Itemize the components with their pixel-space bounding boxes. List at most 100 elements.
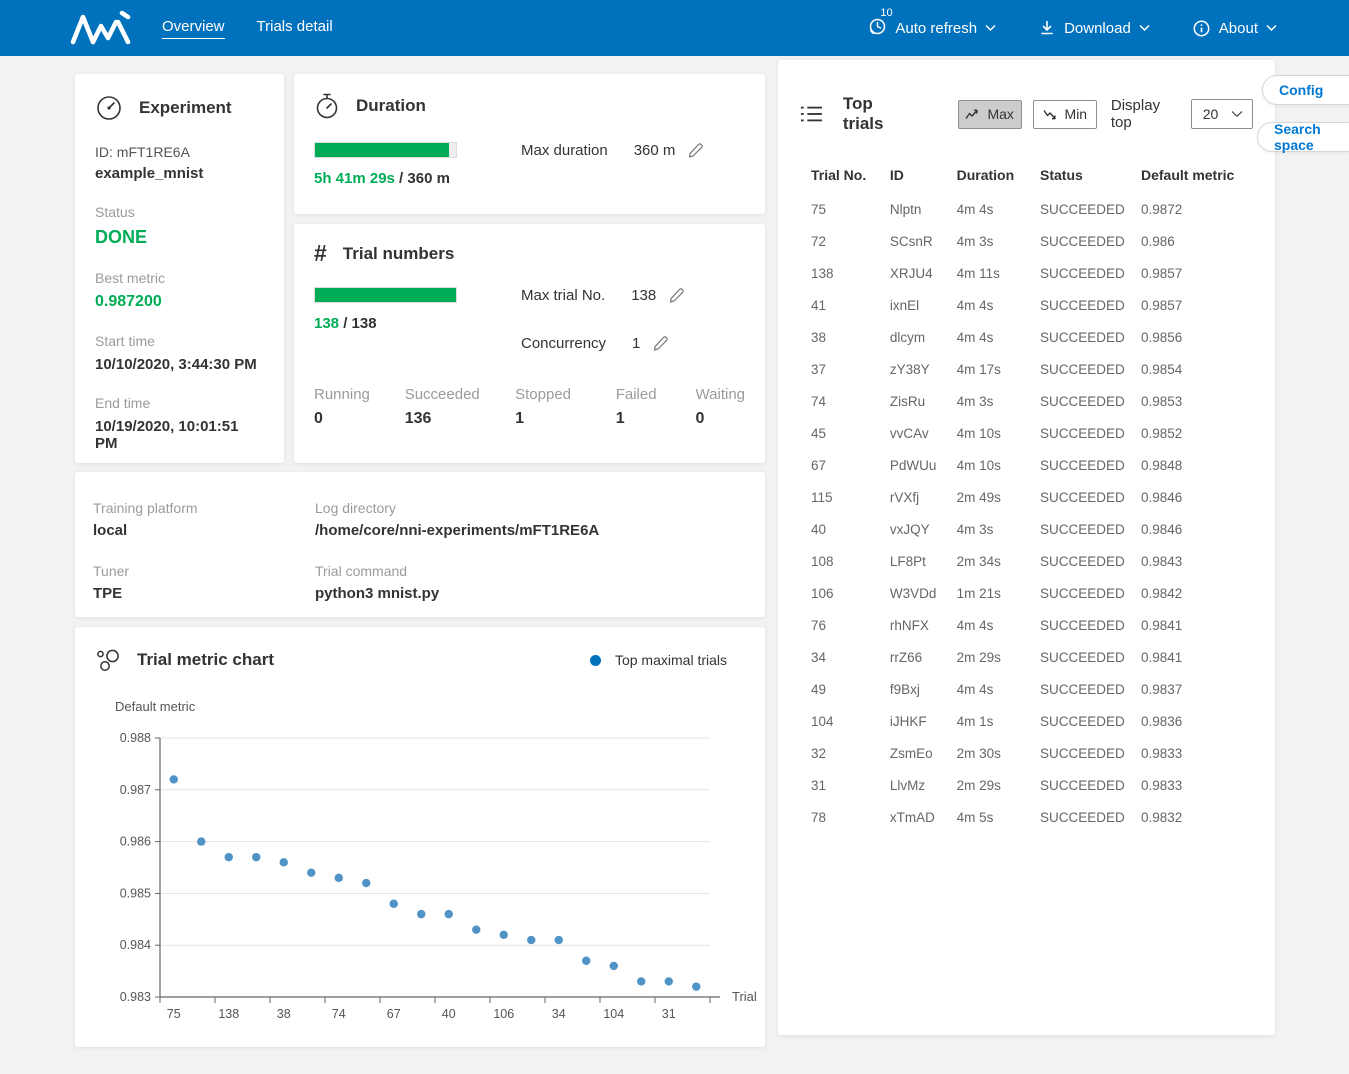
scatter-point[interactable]: [637, 977, 645, 985]
trend-up-icon: [965, 109, 979, 120]
cell-default-metric: 0.9833: [1141, 769, 1253, 801]
scatter-point[interactable]: [500, 931, 508, 939]
training-platform-label: Training platform: [93, 500, 315, 516]
duration-total: / 360 m: [395, 170, 450, 187]
navbar-right: 10 Auto refresh Download: [868, 0, 1277, 56]
scatter-point[interactable]: [307, 868, 315, 876]
concurrency-label: Concurrency: [521, 335, 606, 352]
table-row[interactable]: 45vvCAv4m 10sSUCCEEDED0.9852: [811, 417, 1253, 449]
table-row[interactable]: 138XRJU44m 11sSUCCEEDED0.9857: [811, 257, 1253, 289]
scatter-point[interactable]: [472, 925, 480, 933]
table-row[interactable]: 104iJHKF4m 1sSUCCEEDED0.9836: [811, 705, 1253, 737]
table-row[interactable]: 75Nlptn4m 4sSUCCEEDED0.9872: [811, 193, 1253, 225]
scatter-point[interactable]: [335, 874, 343, 882]
concurrency-value: 1: [632, 335, 640, 352]
display-top-label: Display top: [1111, 97, 1179, 131]
trials-progress-bar: [314, 287, 457, 303]
cell-trial-no: 49: [811, 673, 890, 705]
top-trials-title: Top trials: [843, 94, 912, 134]
top-trials-table-body: 75Nlptn4m 4sSUCCEEDED0.987272SCsnR4m 3sS…: [811, 193, 1253, 833]
download-menu[interactable]: Download: [1038, 19, 1150, 37]
scatter-point[interactable]: [280, 858, 288, 866]
table-row[interactable]: 40vxJQY4m 3sSUCCEEDED0.9846: [811, 513, 1253, 545]
table-row[interactable]: 67PdWUu4m 10sSUCCEEDED0.9848: [811, 449, 1253, 481]
display-top-dropdown[interactable]: 20: [1191, 99, 1253, 129]
scatter-point[interactable]: [252, 853, 260, 861]
stopwatch-icon: [314, 92, 340, 120]
table-row[interactable]: 31LlvMz2m 29sSUCCEEDED0.9833: [811, 769, 1253, 801]
waiting-label: Waiting: [696, 386, 745, 403]
table-row[interactable]: 115rVXfj2m 49sSUCCEEDED0.9846: [811, 481, 1253, 513]
navbar: Overview Trials detail 10 Auto refresh: [0, 0, 1349, 56]
edit-pencil-icon[interactable]: [668, 287, 685, 304]
chart-legend[interactable]: Top maximal trials: [590, 652, 745, 668]
x-tick-label: 104: [603, 1007, 624, 1021]
tuner-label: Tuner: [93, 563, 315, 579]
scatter-point[interactable]: [582, 957, 590, 965]
end-time-value: 10/19/2020, 10:01:51 PM: [95, 418, 264, 452]
scatter-point[interactable]: [225, 853, 233, 861]
search-space-button[interactable]: Search space: [1257, 122, 1349, 152]
max-button[interactable]: Max: [958, 100, 1022, 129]
table-row[interactable]: 37zY38Y4m 17sSUCCEEDED0.9854: [811, 353, 1253, 385]
scatter-point[interactable]: [692, 982, 700, 990]
table-row[interactable]: 49f9Bxj4m 4sSUCCEEDED0.9837: [811, 673, 1253, 705]
table-row[interactable]: 34rrZ662m 29sSUCCEEDED0.9841: [811, 641, 1253, 673]
table-row[interactable]: 72SCsnR4m 3sSUCCEEDED0.986: [811, 225, 1253, 257]
y-tick-label: 0.984: [120, 938, 151, 952]
scatter-point[interactable]: [417, 910, 425, 918]
scatter-point[interactable]: [390, 900, 398, 908]
table-row[interactable]: 32ZsmEo2m 30sSUCCEEDED0.9833: [811, 737, 1253, 769]
cell-trial-no: 34: [811, 641, 890, 673]
column-header-duration: Duration: [957, 159, 1040, 193]
auto-refresh-menu[interactable]: 10 Auto refresh: [868, 17, 996, 40]
table-row[interactable]: 74ZisRu4m 3sSUCCEEDED0.9853: [811, 385, 1253, 417]
scatter-point[interactable]: [362, 879, 370, 887]
experiment-card: Experiment ID: mFT1RE6A example_mnist St…: [75, 74, 284, 463]
experiment-card-title: Experiment: [139, 98, 232, 118]
hash-icon: #: [314, 242, 327, 265]
scatter-point[interactable]: [197, 837, 205, 845]
cell-id: xTmAD: [890, 801, 957, 833]
about-menu[interactable]: About: [1192, 19, 1277, 38]
config-button[interactable]: Config: [1262, 75, 1349, 105]
tab-overview[interactable]: Overview: [162, 18, 225, 39]
scatter-point[interactable]: [527, 936, 535, 944]
trial-command-label: Trial command: [315, 563, 599, 579]
cell-trial-no: 78: [811, 801, 890, 833]
cell-trial-no: 41: [811, 289, 890, 321]
min-button[interactable]: Min: [1033, 100, 1097, 129]
failed-label: Failed: [616, 386, 696, 403]
table-row[interactable]: 108LF8Pt2m 34sSUCCEEDED0.9843: [811, 545, 1253, 577]
cell-duration: 1m 21s: [957, 577, 1040, 609]
edit-pencil-icon[interactable]: [687, 142, 704, 159]
edit-pencil-icon[interactable]: [652, 335, 669, 352]
status-value: DONE: [95, 227, 264, 248]
scatter-point[interactable]: [665, 977, 673, 985]
cell-id: iJHKF: [890, 705, 957, 737]
trial-metric-scatter-chart: Default metric0.9880.9870.9860.9850.9840…: [95, 693, 763, 1029]
cell-status: SUCCEEDED: [1040, 353, 1141, 385]
scatter-point[interactable]: [610, 962, 618, 970]
experiment-id: ID: mFT1RE6A: [95, 144, 264, 160]
cell-trial-no: 76: [811, 609, 890, 641]
scatter-point[interactable]: [445, 910, 453, 918]
scatter-point[interactable]: [555, 936, 563, 944]
scatter-point[interactable]: [170, 775, 178, 783]
trial-numbers-card: # Trial numbers 138 / 138 Max trial No. …: [294, 224, 765, 463]
table-row[interactable]: 38dlcym4m 4sSUCCEEDED0.9856: [811, 321, 1253, 353]
cell-trial-no: 108: [811, 545, 890, 577]
table-row[interactable]: 76rhNFX4m 4sSUCCEEDED0.9841: [811, 609, 1253, 641]
log-directory-label: Log directory: [315, 500, 599, 516]
y-tick-label: 0.988: [120, 731, 151, 745]
cell-status: SUCCEEDED: [1040, 577, 1141, 609]
table-row[interactable]: 41ixnEl4m 4sSUCCEEDED0.9857: [811, 289, 1253, 321]
cell-status: SUCCEEDED: [1040, 417, 1141, 449]
table-row[interactable]: 78xTmAD4m 5sSUCCEEDED0.9832: [811, 801, 1253, 833]
cell-status: SUCCEEDED: [1040, 801, 1141, 833]
cell-status: SUCCEEDED: [1040, 769, 1141, 801]
table-row[interactable]: 106W3VDd1m 21sSUCCEEDED0.9842: [811, 577, 1253, 609]
tab-trials-detail[interactable]: Trials detail: [257, 18, 333, 39]
stopped-label: Stopped: [515, 386, 616, 403]
nni-overview-page: Overview Trials detail 10 Auto refresh: [0, 0, 1349, 1074]
